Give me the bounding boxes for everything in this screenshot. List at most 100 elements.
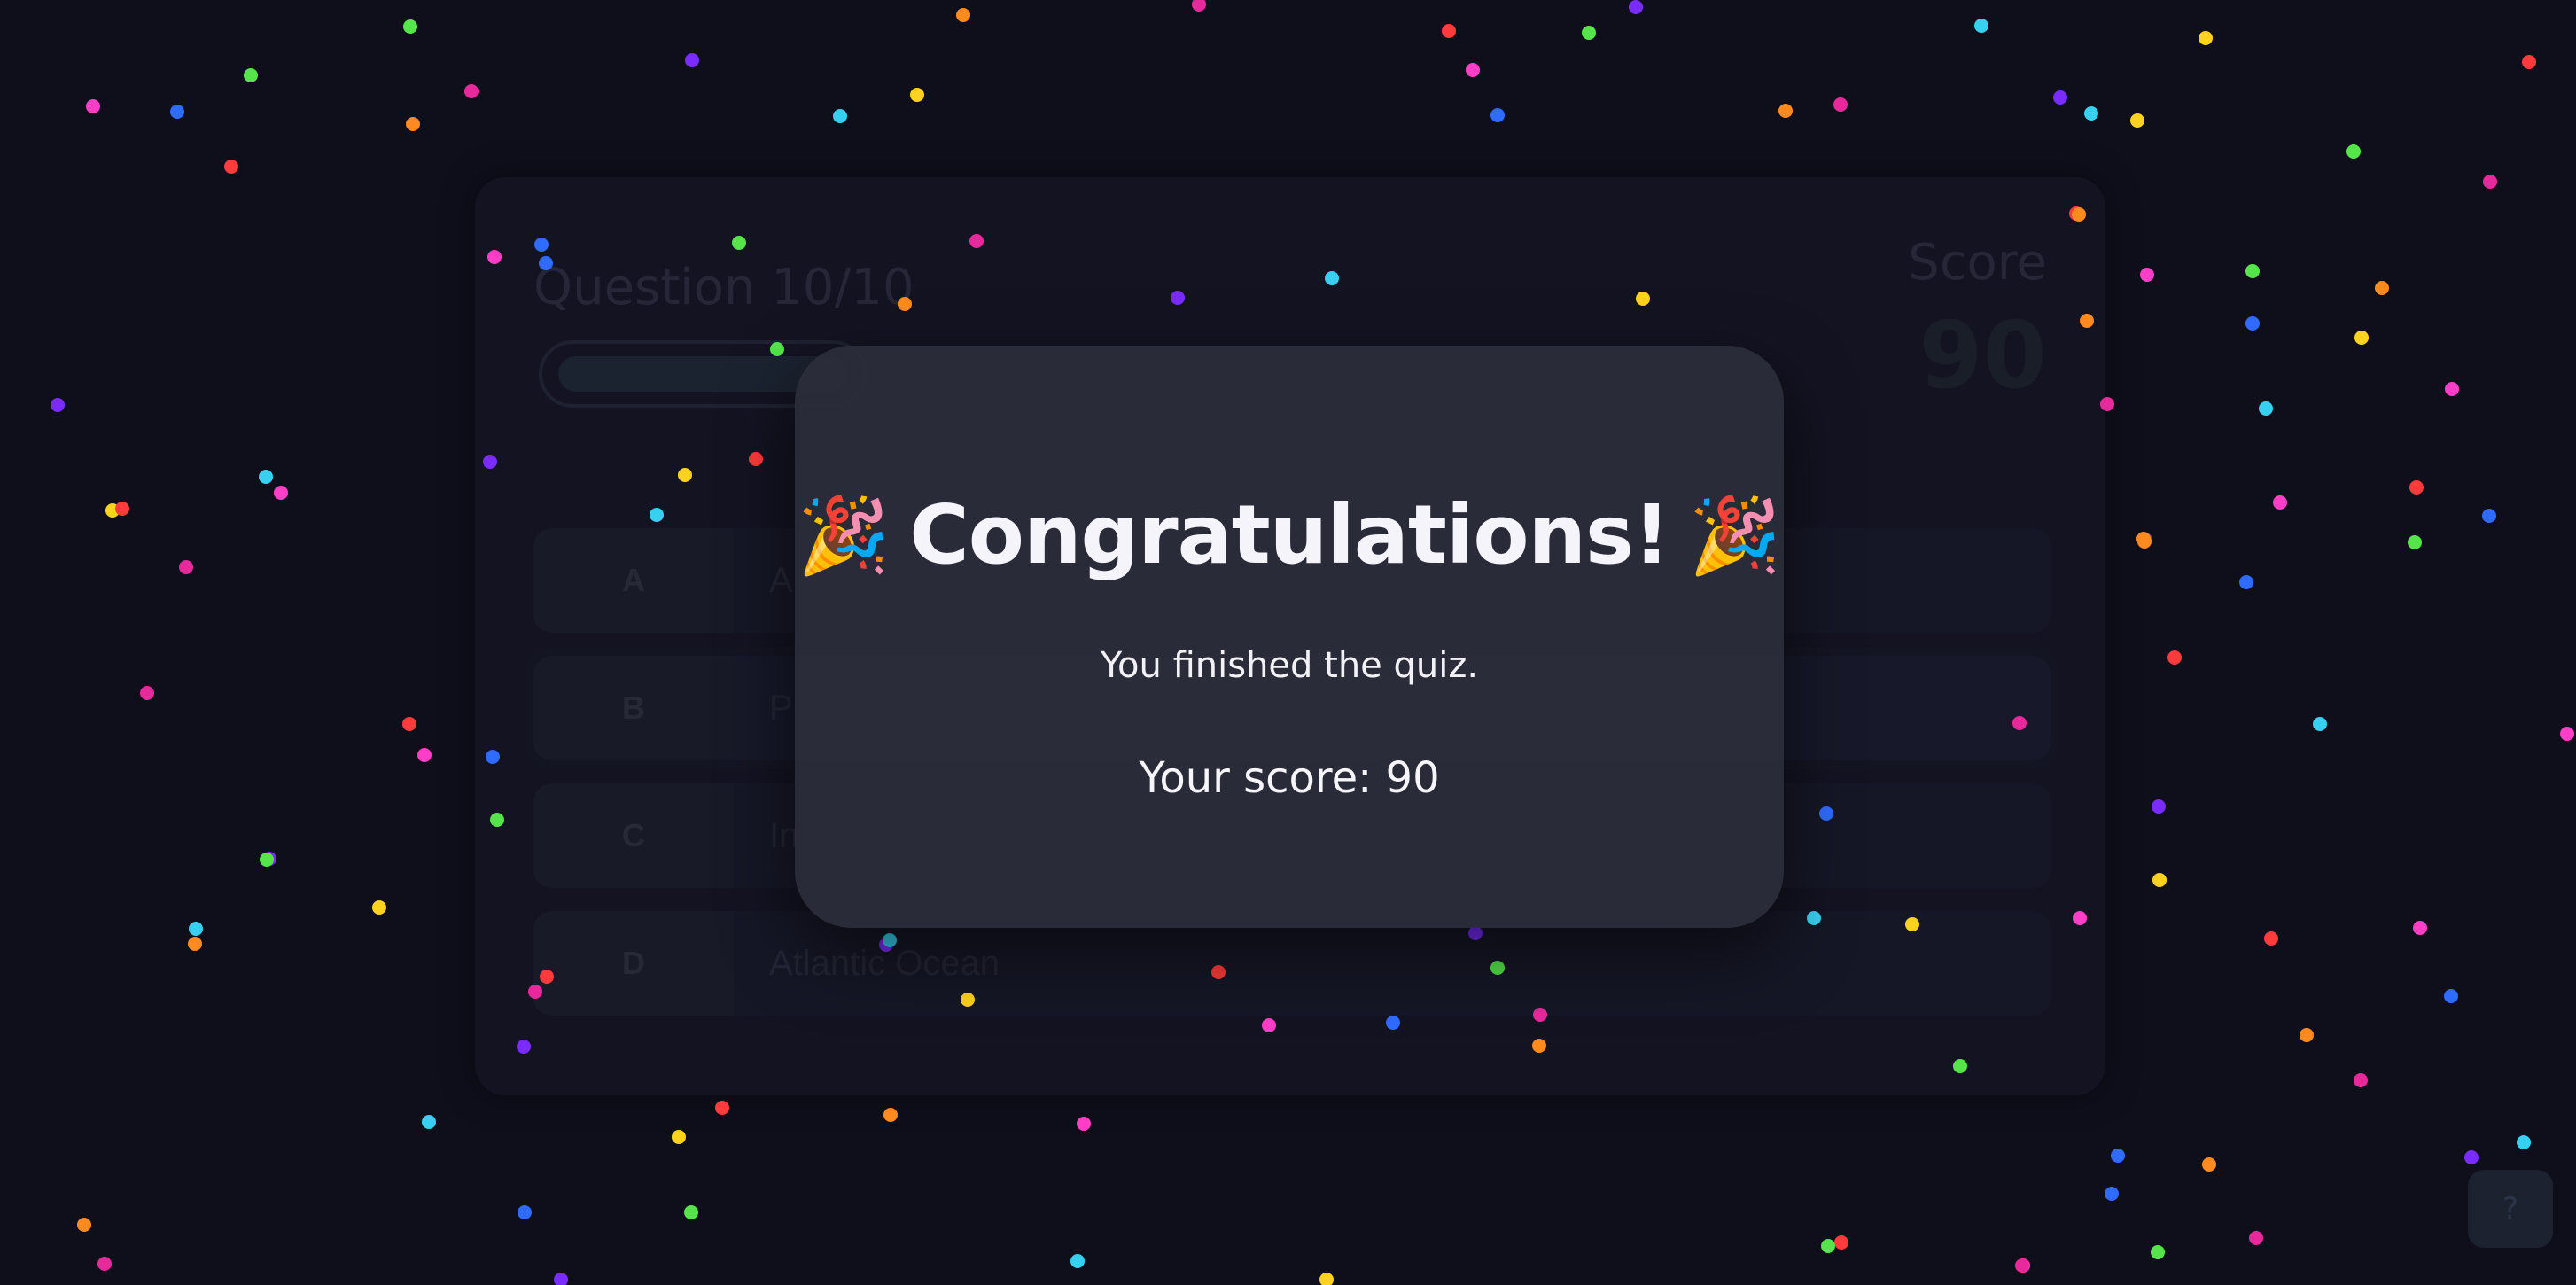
confetti-dot <box>2313 717 2327 731</box>
confetti-dot <box>2245 316 2260 331</box>
confetti-dot <box>833 109 847 123</box>
confetti-dot <box>2264 931 2278 946</box>
confetti-dot <box>1070 1254 1085 1268</box>
confetti-dot <box>2464 1150 2479 1164</box>
confetti-dot <box>274 486 288 500</box>
confetti-dot <box>2409 480 2424 495</box>
option-letter: D <box>533 911 734 1016</box>
confetti-dot <box>2300 1028 2314 1042</box>
confetti-dot <box>2167 650 2182 665</box>
confetti-dot <box>86 99 100 113</box>
option-letter: A <box>533 528 734 633</box>
confetti-dot <box>259 470 273 484</box>
confetti-dot <box>1466 63 1480 77</box>
confetti-dot <box>2015 1258 2029 1273</box>
confetti-dot <box>2111 1149 2125 1163</box>
confetti-dot <box>2346 144 2361 159</box>
confetti-dot <box>2202 1157 2216 1172</box>
option-text: A <box>769 560 793 600</box>
confetti-dot <box>685 53 699 67</box>
option-letter: C <box>533 783 734 888</box>
final-score: Your score: 90 <box>1139 753 1440 803</box>
confetti-dot <box>2444 989 2458 1003</box>
confetti-dot <box>2199 31 2213 45</box>
confetti-dot <box>372 900 386 915</box>
option-text: P <box>769 688 793 728</box>
confetti-dot <box>2482 509 2496 523</box>
confetti-dot <box>188 937 202 951</box>
confetti-dot <box>2053 90 2067 105</box>
confetti-dot <box>2245 264 2260 278</box>
confetti-dot <box>2138 533 2152 547</box>
confetti-dot <box>672 1130 686 1144</box>
confetti-dot <box>1629 0 1643 14</box>
confetti-dot <box>2152 799 2166 814</box>
option-letter: B <box>533 656 734 760</box>
confetti-dot <box>406 117 420 131</box>
confetti-dot <box>1821 1239 1835 1253</box>
party-popper-icon: 🎉 <box>1688 491 1782 579</box>
confetti-dot <box>2517 1135 2531 1149</box>
confetti-dot <box>1077 1117 1091 1131</box>
confetti-dot <box>2130 113 2144 128</box>
confetti-dot <box>1833 97 1848 112</box>
confetti-dot <box>956 8 970 22</box>
confetti-dot <box>1974 19 1988 33</box>
modal-title: 🎉 Congratulations! 🎉 <box>795 487 1784 582</box>
confetti-dot <box>224 160 238 174</box>
question-counter: Question 10/10 <box>533 259 914 316</box>
confetti-dot <box>2140 268 2154 282</box>
confetti-dot <box>2084 106 2098 121</box>
confetti-dot <box>554 1273 568 1285</box>
confetti-dot <box>1778 104 1793 118</box>
confetti-dot <box>51 398 65 412</box>
confetti-dot <box>262 852 276 866</box>
score-label: Score <box>1908 234 2047 292</box>
confetti-dot <box>2273 495 2287 510</box>
confetti-dot <box>684 1205 698 1219</box>
confetti-dot <box>2522 55 2536 69</box>
confetti-dot <box>910 88 924 102</box>
confetti-dot <box>2151 1245 2165 1259</box>
confetti-dot <box>2259 401 2273 416</box>
confetti-dot <box>115 502 129 516</box>
congratulations-modal: 🎉 Congratulations! 🎉 You finished the qu… <box>795 346 1784 928</box>
confetti-dot <box>2152 873 2167 887</box>
confetti-dot <box>105 503 120 518</box>
confetti-dot <box>2105 1187 2119 1201</box>
party-popper-icon: 🎉 <box>797 491 891 579</box>
confetti-dot <box>2445 382 2459 396</box>
confetti-dot <box>2239 575 2253 589</box>
confetti-dot <box>2249 1231 2263 1245</box>
confetti-dot <box>2137 534 2152 549</box>
confetti-dot <box>2560 727 2574 741</box>
confetti-dot <box>2354 1073 2368 1087</box>
confetti-dot <box>189 922 203 936</box>
confetti-dot <box>2375 281 2389 295</box>
confetti-dot <box>77 1218 91 1232</box>
confetti-dot <box>403 19 417 34</box>
confetti-dot <box>402 717 416 731</box>
confetti-dot <box>417 748 432 762</box>
confetti-dot <box>464 84 479 98</box>
confetti-dot <box>179 560 193 574</box>
confetti-dot <box>1490 108 1505 122</box>
confetti-dot <box>170 105 184 119</box>
confetti-dot <box>715 1101 729 1115</box>
confetti-dot <box>422 1115 436 1129</box>
confetti-dot <box>97 1257 112 1271</box>
congratulations-heading: Congratulations! <box>909 487 1670 582</box>
confetti-dot <box>244 68 258 82</box>
score-value: 90 <box>1918 301 2047 409</box>
confetti-dot <box>140 686 154 700</box>
confetti-dot <box>1834 1235 1848 1250</box>
help-button[interactable]: ? <box>2468 1170 2553 1248</box>
confetti-dot <box>2483 175 2497 189</box>
option-text: Atlantic Ocean <box>769 943 1000 983</box>
confetti-dot <box>1192 0 1206 12</box>
confetti-dot <box>2136 532 2151 546</box>
finished-message: You finished the quiz. <box>1100 645 1479 686</box>
quiz-app: Question 10/10 Score 90 A A B P C In D A… <box>0 0 2576 1285</box>
confetti-dot <box>2408 535 2422 549</box>
confetti-dot <box>2016 1258 2030 1273</box>
